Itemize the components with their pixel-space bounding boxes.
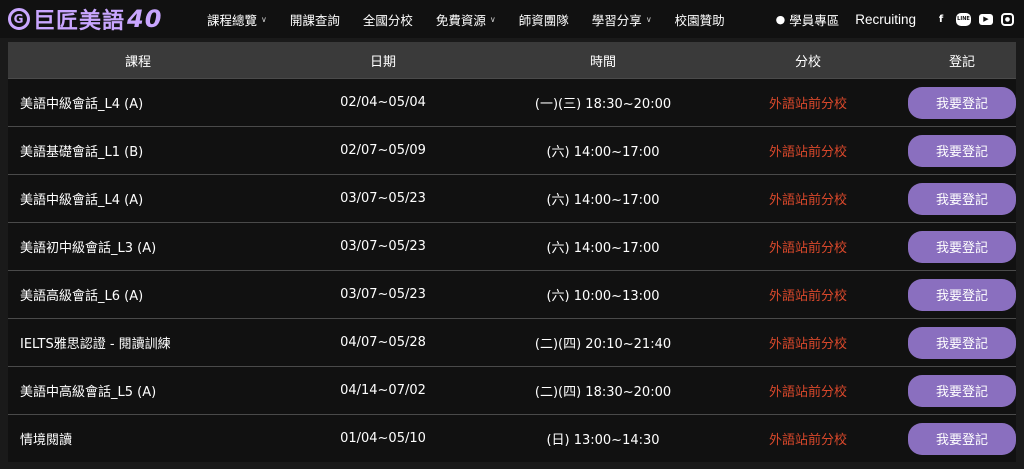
register-button[interactable]: 我要登記 [908, 278, 1016, 311]
nav-menu-item[interactable]: 全國分校 [363, 10, 413, 29]
branch-cell: 外語站前分校 [768, 241, 847, 256]
register-cell: 我要登記 [908, 278, 1016, 311]
table-row: 美語基礎會話_L1 (B) 02/07~05/09 (六) 14:00~17:00 外… [8, 126, 1016, 174]
date-cell: 02/04~05/04 [340, 95, 426, 110]
register-cell: 我要登記 [908, 326, 1016, 359]
nav-menu-item[interactable]: 課程總覽 ∨ [207, 10, 267, 29]
logo-mark-icon: G [8, 8, 30, 30]
date-cell: 03/07~05/23 [340, 191, 426, 206]
course-cell: 美語中級會話_L4 (A) [20, 97, 144, 112]
member-area-label: 學員專區 [789, 12, 840, 28]
youtube-icon[interactable]: ▶ [979, 13, 993, 25]
register-cell: 我要登記 [908, 374, 1016, 407]
branch-cell: 外語站前分校 [768, 145, 847, 160]
register-cell: 我要登記 [908, 134, 1016, 167]
time-cell: (六) 14:00~17:00 [546, 241, 660, 256]
nav-menu-label: 開課查詢 [289, 12, 340, 28]
course-cell: 美語初中級會話_L3 (A) [20, 241, 157, 256]
nav-menu-item[interactable]: 學習分享 ∨ [592, 10, 652, 29]
line-icon[interactable]: LINE [956, 12, 971, 26]
header-register: 登記 [948, 54, 975, 70]
nav-menu-item[interactable]: 開課查詢 [290, 10, 340, 29]
chevron-down-icon: ∨ [489, 14, 496, 24]
date-cell: 04/14~07/02 [340, 383, 426, 398]
nav-menu-label: 課程總覽 [207, 12, 258, 28]
register-cell: 我要登記 [908, 422, 1016, 455]
member-area-link[interactable]: ● 學員專區 [776, 10, 840, 29]
time-cell: (二)(四) 18:30~20:00 [534, 385, 672, 400]
nav-menu-label: 校園贊助 [674, 12, 725, 28]
course-cell: 美語中高級會話_L5 (A) [20, 385, 157, 400]
nav-menu-item[interactable]: 免費資源 ∨ [436, 10, 496, 29]
table-row: 美語中級會話_L4 (A) 03/07~05/23 (六) 14:00~17:00 外… [8, 174, 1016, 222]
chevron-down-icon: ∨ [261, 14, 267, 24]
table-row: IELTS雅思認證 - 閱讀訓練 04/07~05/28 (二)(四) 20:10~… [8, 318, 1016, 366]
time-cell: (六) 14:00~17:00 [546, 193, 660, 208]
time-cell: (二)(四) 20:10~21:40 [534, 337, 672, 352]
register-cell: 我要登記 [908, 182, 1016, 215]
table-row: 美語中級會話_L4 (A) 02/04~05/04 (一)(三) 18:30~20:… [8, 78, 1016, 126]
header-time: 時間 [589, 54, 616, 70]
course-cell: 美語基礎會話_L1 (B) [20, 145, 144, 160]
course-cell: 美語高級會話_L6 (A) [20, 289, 144, 304]
right-nav: ● 學員專區 Recruiting f LINE ▶ ● [776, 0, 1014, 38]
register-cell: 我要登記 [908, 86, 1016, 119]
nav-menu-label: 師資團隊 [518, 12, 569, 28]
register-button[interactable]: 我要登記 [908, 374, 1016, 407]
time-cell: (六) 14:00~17:00 [546, 145, 660, 160]
time-cell: (一)(三) 18:30~20:00 [534, 97, 672, 112]
branch-cell: 外語站前分校 [768, 289, 847, 304]
logo-suffix: 40 [127, 5, 163, 33]
top-nav: G 巨匠美語 40 課程總覽 ∨ 開課查詢 全國分校 免費資源 ∨ 師資團隊 學習分享 ∨ 校園贊… [0, 0, 1024, 38]
brand-logo[interactable]: G 巨匠美語 40 [8, 4, 162, 34]
register-button[interactable]: 我要登記 [908, 422, 1016, 455]
register-button[interactable]: 我要登記 [908, 134, 1016, 167]
date-cell: 02/07~05/09 [340, 143, 426, 158]
nav-menu-label: 全國分校 [362, 12, 413, 28]
header-date: 日期 [369, 54, 396, 70]
table-row: 美語中高級會話_L5 (A) 04/14~07/02 (二)(四) 18:30~20… [8, 366, 1016, 414]
time-cell: (六) 10:00~13:00 [546, 289, 660, 304]
date-cell: 03/07~05/23 [340, 287, 426, 302]
header-branch: 分校 [794, 54, 821, 70]
course-table: 課程 日期 時間 分校 登記 美語中級會話_L4 (A) 02/04~05/04 (… [8, 42, 1016, 462]
branch-cell: 外語站前分校 [768, 193, 847, 208]
register-button[interactable]: 我要登記 [908, 230, 1016, 263]
course-cell: 美語中級會話_L4 (A) [20, 193, 144, 208]
register-button[interactable]: 我要登記 [908, 182, 1016, 215]
branch-cell: 外語站前分校 [768, 433, 847, 448]
register-button[interactable]: 我要登記 [908, 326, 1016, 359]
nav-menu-label: 學習分享 [591, 12, 642, 28]
table-row: 情境閱讀 01/04~05/10 (日) 13:00~14:30 外語站前分校 我要登記 [8, 414, 1016, 462]
branch-cell: 外語站前分校 [768, 97, 847, 112]
facebook-icon[interactable]: f [934, 12, 948, 26]
table-body: 美語中級會話_L4 (A) 02/04~05/04 (一)(三) 18:30~20:… [8, 78, 1016, 462]
main-menu: 課程總覽 ∨ 開課查詢 全國分校 免費資源 ∨ 師資團隊 學習分享 ∨ 校園贊助 [207, 0, 748, 38]
person-icon: ● [775, 12, 786, 26]
nav-menu-item[interactable]: 師資團隊 [519, 10, 569, 29]
time-cell: (日) 13:00~14:30 [546, 433, 660, 448]
logo-text: 巨匠美語 [33, 9, 126, 34]
nav-menu-label: 免費資源 [435, 12, 486, 28]
date-cell: 01/04~05/10 [340, 431, 426, 446]
social-links: f LINE ▶ ● [934, 12, 1014, 26]
chevron-down-icon: ∨ [645, 14, 652, 24]
table-row: 美語高級會話_L6 (A) 03/07~05/23 (六) 10:00~13:00 外… [8, 270, 1016, 318]
register-button[interactable]: 我要登記 [908, 86, 1016, 119]
nav-menu-item[interactable]: 校園贊助 [675, 10, 725, 29]
date-cell: 04/07~05/28 [340, 335, 426, 350]
date-cell: 03/07~05/23 [340, 239, 426, 254]
course-cell: 情境閱讀 [20, 433, 73, 448]
table-header: 課程 日期 時間 分校 登記 [8, 42, 1016, 78]
branch-cell: 外語站前分校 [768, 385, 847, 400]
branch-cell: 外語站前分校 [768, 337, 847, 352]
register-cell: 我要登記 [908, 230, 1016, 263]
instagram-icon[interactable]: ● [1001, 12, 1014, 26]
header-course: 課程 [124, 54, 151, 70]
course-cell: IELTS雅思認證 - 閱讀訓練 [20, 337, 171, 352]
table-row: 美語初中級會話_L3 (A) 03/07~05/23 (六) 14:00~17:00… [8, 222, 1016, 270]
recruiting-link[interactable]: Recruiting [855, 12, 916, 27]
